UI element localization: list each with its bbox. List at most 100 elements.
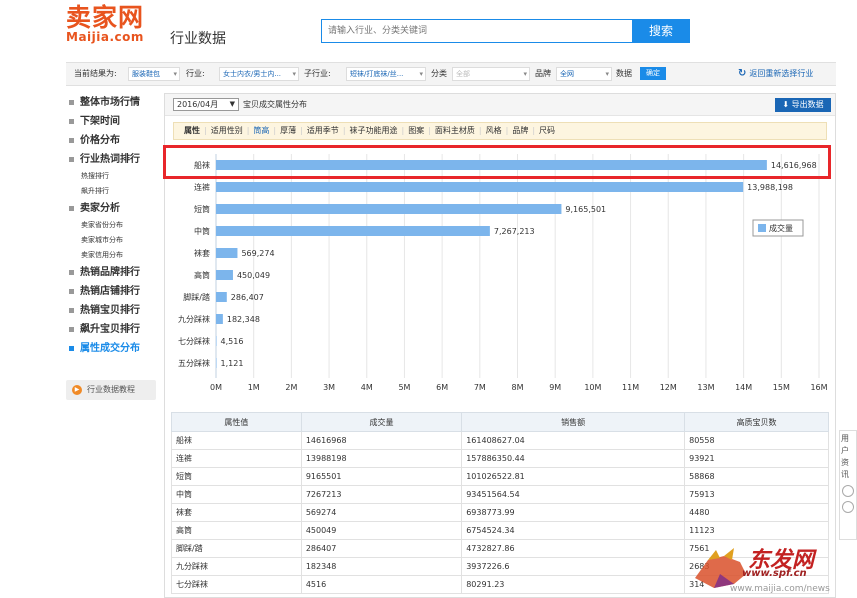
sidebar-item[interactable]: 卖家分析	[66, 199, 156, 218]
bar	[216, 160, 767, 170]
sidebar: 整体市场行情 下架时间 价格分布 行业热词排行 热搜排行 飙升排行 卖家分析 卖家省份分布 卖家…	[66, 93, 156, 358]
x-tick-label: 1M	[248, 383, 260, 392]
chevron-down-icon: ▾	[292, 70, 296, 78]
attribute-tab[interactable]: 适用性别	[211, 126, 243, 135]
bullet-icon	[69, 137, 74, 143]
sidebar-item[interactable]: 卖家省份分布	[66, 218, 156, 233]
industry-select[interactable]: 女士内衣/男士内... ▾	[219, 67, 299, 81]
x-tick-label: 5M	[398, 383, 410, 392]
y-category-label: 短筒	[194, 204, 210, 214]
x-tick-label: 4M	[361, 383, 373, 392]
sidebar-item[interactable]: 价格分布	[66, 131, 156, 150]
table-cell: 14616968	[300, 431, 463, 450]
attribute-tab[interactable]: 适用季节	[307, 126, 339, 135]
table-cell: 9165501	[300, 467, 463, 486]
table-row: 袜套 569274 6938773.99 4480	[171, 503, 829, 522]
attribute-tab[interactable]: 筒高	[253, 126, 269, 135]
table-cell: 短筒	[171, 467, 302, 486]
sidebar-item[interactable]: 卖家城市分布	[66, 233, 156, 248]
sidebar-item-label: 行业热词排行	[80, 154, 140, 165]
attribute-tab[interactable]: 厚薄	[280, 126, 296, 135]
user-feedback-label: 用户资讯	[841, 434, 849, 479]
attribute-tab[interactable]: 风格	[486, 126, 502, 135]
bar	[216, 358, 217, 368]
table-header-cell: 属性值	[171, 412, 302, 432]
tab-separator: |	[204, 126, 207, 135]
sidebar-item[interactable]: 热销店铺排行	[66, 282, 156, 301]
table-row: 连裤 13988198 157886350.44 93921	[171, 449, 829, 468]
table-cell: 161408627.04	[461, 431, 686, 450]
x-tick-label: 15M	[773, 383, 790, 392]
sidebar-item-label: 卖家分析	[80, 203, 120, 214]
sidebar-item-label: 热销店铺排行	[80, 286, 140, 297]
search-button[interactable]: 搜索	[632, 19, 690, 43]
table-cell: 脚踩/踏	[171, 539, 302, 558]
maijia-logo[interactable]: 卖家网 Maijia.com	[66, 4, 144, 45]
tab-separator: |	[273, 126, 277, 135]
bar-value-label: 182,348	[227, 315, 260, 324]
sidebar-item[interactable]: 整体市场行情	[66, 93, 156, 112]
sidebar-item-label: 热搜排行	[81, 172, 109, 180]
attribute-tab[interactable]: 图案	[408, 126, 424, 135]
tab-separator: |	[505, 126, 509, 135]
x-tick-label: 0M	[210, 383, 222, 392]
tab-separator: |	[246, 126, 250, 135]
date-select[interactable]: 2016/04月 ▼	[173, 98, 239, 111]
x-tick-label: 11M	[622, 383, 639, 392]
brand-select-value: 全网	[560, 70, 574, 78]
bar	[216, 292, 227, 302]
table-cell: 3937226.6	[461, 557, 686, 576]
table-cell: 58868	[684, 467, 829, 486]
class-label: 分类	[431, 69, 447, 78]
tutorial-button[interactable]: ▶ 行业数据教程	[66, 380, 156, 400]
table-cell: 袜套	[171, 503, 302, 522]
sidebar-item[interactable]: 卖家信用分布	[66, 248, 156, 263]
user-feedback-panel[interactable]: 用户资讯	[839, 430, 857, 540]
logo-en-text: Maijia.com	[66, 30, 144, 44]
export-button[interactable]: ⬇ 导出数据	[775, 98, 831, 112]
subindustry-select[interactable]: 短袜/打底袜/丝... ▾	[346, 67, 426, 81]
chat-icon	[842, 485, 854, 497]
attribute-tab[interactable]: 面料主材质	[435, 126, 475, 135]
bullet-icon	[69, 307, 74, 313]
sidebar-item-label: 热销宝贝排行	[80, 305, 140, 316]
panel-title: 宝贝成交属性分布	[243, 100, 307, 109]
sidebar-item[interactable]: 属性成交分布	[66, 339, 156, 358]
x-tick-label: 3M	[323, 383, 335, 392]
back-reselect-link[interactable]: ↻ 返回重新选择行业	[738, 63, 813, 85]
table-cell: 11123	[684, 521, 829, 540]
sidebar-item[interactable]: 飙升排行	[66, 184, 156, 199]
bar-value-label: 569,274	[241, 249, 274, 258]
attribute-tab[interactable]: 尺码	[539, 126, 555, 135]
table-cell: 182348	[300, 557, 463, 576]
table-header-cell: 销售额	[461, 412, 686, 432]
sidebar-item-label: 卖家城市分布	[81, 236, 123, 244]
attribute-tab[interactable]: 品牌	[512, 126, 528, 135]
search-box	[321, 19, 633, 43]
sidebar-item[interactable]: 热销宝贝排行	[66, 301, 156, 320]
y-category-label: 七分踩袜	[178, 336, 210, 346]
x-tick-label: 10M	[584, 383, 601, 392]
category-select[interactable]: 服装鞋包 ▾	[128, 67, 180, 81]
bullet-icon	[69, 326, 74, 332]
sidebar-item-label: 属性成交分布	[80, 343, 140, 354]
table-cell: 157886350.44	[461, 449, 686, 468]
bar	[216, 248, 238, 258]
sidebar-item[interactable]: 飙升宝贝排行	[66, 320, 156, 339]
sidebar-item[interactable]: 热销品牌排行	[66, 263, 156, 282]
x-tick-label: 13M	[697, 383, 714, 392]
sidebar-item[interactable]: 行业热词排行	[66, 150, 156, 169]
sidebar-item[interactable]: 热搜排行	[66, 169, 156, 184]
search-input[interactable]	[322, 20, 632, 42]
brand-label: 品牌	[535, 69, 551, 78]
confirm-button[interactable]: 确定	[640, 67, 666, 80]
date-select-value: 2016/04月	[177, 100, 219, 109]
sidebar-item[interactable]: 下架时间	[66, 112, 156, 131]
attribute-tab[interactable]: 袜子功能用途	[350, 126, 398, 135]
bullet-icon	[69, 118, 74, 124]
table-header-cell: 高质宝贝数	[684, 412, 829, 432]
sidebar-item-label: 飙升排行	[81, 187, 109, 195]
brand-select[interactable]: 全网 ▾	[556, 67, 612, 81]
bar-value-label: 9,165,501	[565, 205, 606, 214]
class-select[interactable]: 全部 ▾	[452, 67, 530, 81]
